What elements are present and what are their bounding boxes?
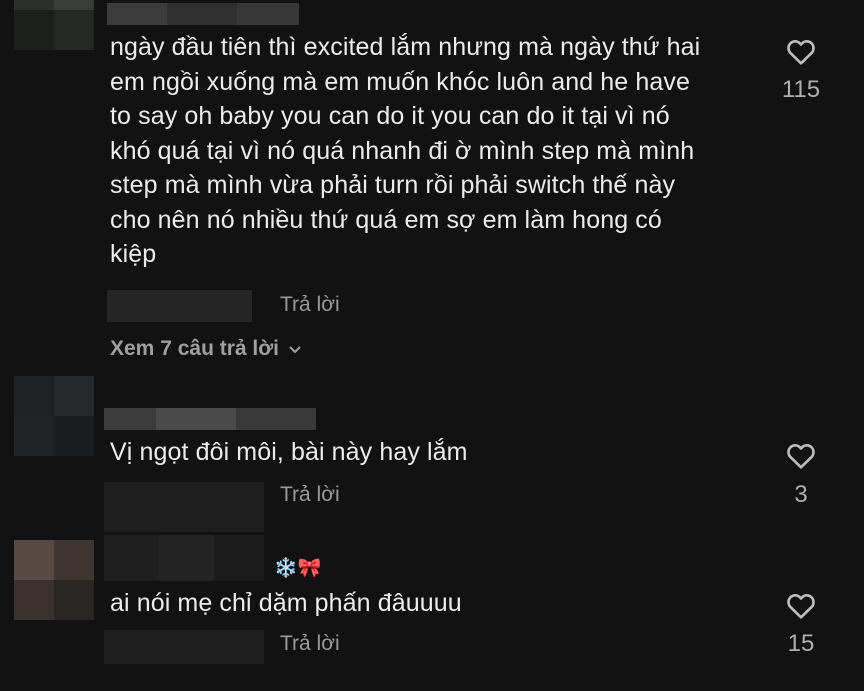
- avatar[interactable]: [14, 376, 94, 456]
- chevron-down-icon: [289, 346, 301, 354]
- comment-text-line: em ngồi xuống mà em muốn khóc luôn and h…: [110, 67, 690, 96]
- view-replies-button[interactable]: Xem 7 câu trả lời: [110, 337, 303, 361]
- date-redacted: [104, 630, 264, 664]
- comment-text: ngày đầu tiên thì excited lắm nhưng mà n…: [110, 30, 760, 272]
- reply-button[interactable]: Trả lời: [280, 293, 340, 317]
- reply-button[interactable]: Trả lời: [280, 483, 340, 507]
- comment-text-line: to say oh baby you can do it you can do …: [110, 102, 670, 130]
- heart-outline-icon[interactable]: [784, 590, 818, 622]
- comment-text: ai nói mẹ chỉ dặm phấn đâuuuu: [110, 589, 462, 617]
- like-count: 115: [781, 76, 821, 103]
- date-redacted: [104, 482, 264, 532]
- avatar[interactable]: [14, 540, 94, 620]
- like-count: 3: [794, 481, 808, 508]
- username-redacted[interactable]: [104, 408, 316, 430]
- name-emojis: ❄️🎀: [274, 558, 322, 579]
- comment-text-line: kiệp: [110, 240, 157, 268]
- comment-text-line: step mà mình vừa phải turn rồi phải swit…: [110, 171, 676, 199]
- username-redacted[interactable]: [107, 3, 299, 25]
- date-redacted: [107, 290, 252, 322]
- heart-outline-icon[interactable]: [784, 440, 818, 472]
- comment-text-line: khó quá tại vì nó quá nhanh đi ờ mình st…: [110, 136, 695, 165]
- avatar[interactable]: [14, 0, 94, 50]
- comment-text-line: ngày đầu tiên thì excited lắm nhưng mà n…: [110, 33, 701, 61]
- comment-text: Vị ngọt đôi môi, bài này hay lắm: [110, 438, 468, 466]
- view-replies-label: Xem 7 câu trả lời: [110, 337, 280, 360]
- comment-text-line: cho nên nó nhiều thứ quá em sợ em làm ho…: [110, 205, 662, 234]
- username-redacted[interactable]: [104, 535, 264, 581]
- like-count: 15: [787, 630, 815, 657]
- heart-outline-icon[interactable]: [784, 36, 818, 68]
- reply-button[interactable]: Trả lời: [280, 632, 340, 656]
